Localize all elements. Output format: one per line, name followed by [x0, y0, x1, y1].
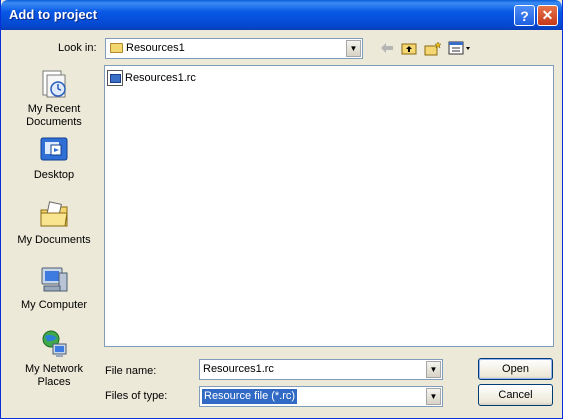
place-label: Desktop [33, 169, 75, 181]
open-button-label: Open [502, 363, 529, 375]
file-name-value: Resources1.rc [203, 363, 274, 375]
title-bar[interactable]: Add to project ? ✕ [1, 0, 562, 30]
close-icon: ✕ [541, 7, 554, 23]
my-documents-icon [38, 199, 70, 231]
up-folder-icon[interactable] [399, 38, 419, 58]
look-in-value: Resources1 [126, 42, 185, 54]
folder-icon [110, 43, 123, 53]
files-of-type-dropdown[interactable]: Resource file (*.rc) ▼ [199, 386, 443, 407]
place-label: Places [37, 376, 71, 388]
files-of-type-label: Files of type: [105, 390, 168, 402]
add-to-project-dialog: Add to project ? ✕ Look in: Resources1 ▼… [0, 0, 563, 419]
network-places-icon [38, 328, 70, 360]
place-label: My Recent [27, 103, 81, 115]
cancel-button[interactable]: Cancel [478, 384, 553, 406]
place-label: My Computer [20, 299, 88, 311]
cancel-button-label: Cancel [498, 389, 533, 401]
help-icon: ? [520, 7, 529, 24]
file-name-field[interactable]: Resources1.rc ▼ [199, 359, 443, 380]
help-button[interactable]: ? [514, 5, 535, 26]
places-bar: My Recent Documents Desktop My Documents… [11, 62, 97, 410]
place-my-computer[interactable]: My Computer [11, 264, 97, 312]
window-title: Add to project [9, 7, 98, 22]
resource-file-icon [107, 70, 123, 86]
file-list[interactable]: Resources1.rc [104, 65, 554, 347]
file-item-name: Resources1.rc [125, 72, 196, 84]
close-button[interactable]: ✕ [537, 5, 558, 26]
open-button[interactable]: Open [478, 358, 553, 380]
recent-documents-icon [38, 68, 70, 100]
place-label: My Documents [17, 234, 91, 246]
new-folder-icon[interactable] [423, 38, 443, 58]
place-label: Documents [26, 116, 82, 128]
place-label: My Network [24, 363, 84, 375]
place-my-network-places[interactable]: My Network Places [11, 328, 97, 389]
chevron-down-icon[interactable]: ▼ [426, 361, 441, 378]
look-in-dropdown[interactable]: Resources1 ▼ [105, 38, 363, 59]
back-arrow-icon[interactable] [377, 38, 397, 58]
place-my-documents[interactable]: My Documents [11, 199, 97, 247]
desktop-icon [38, 134, 70, 166]
my-computer-icon [38, 264, 70, 296]
files-of-type-value: Resource file (*.rc) [202, 389, 298, 404]
list-item[interactable]: Resources1.rc [107, 69, 196, 87]
file-name-label: File name: [105, 365, 157, 377]
place-my-recent-documents[interactable]: My Recent Documents [11, 68, 97, 129]
views-menu-icon[interactable] [447, 38, 473, 58]
chevron-down-icon[interactable]: ▼ [426, 388, 441, 405]
place-desktop[interactable]: Desktop [11, 134, 97, 182]
chevron-down-icon[interactable]: ▼ [346, 40, 361, 57]
look-in-label: Look in: [58, 42, 97, 54]
